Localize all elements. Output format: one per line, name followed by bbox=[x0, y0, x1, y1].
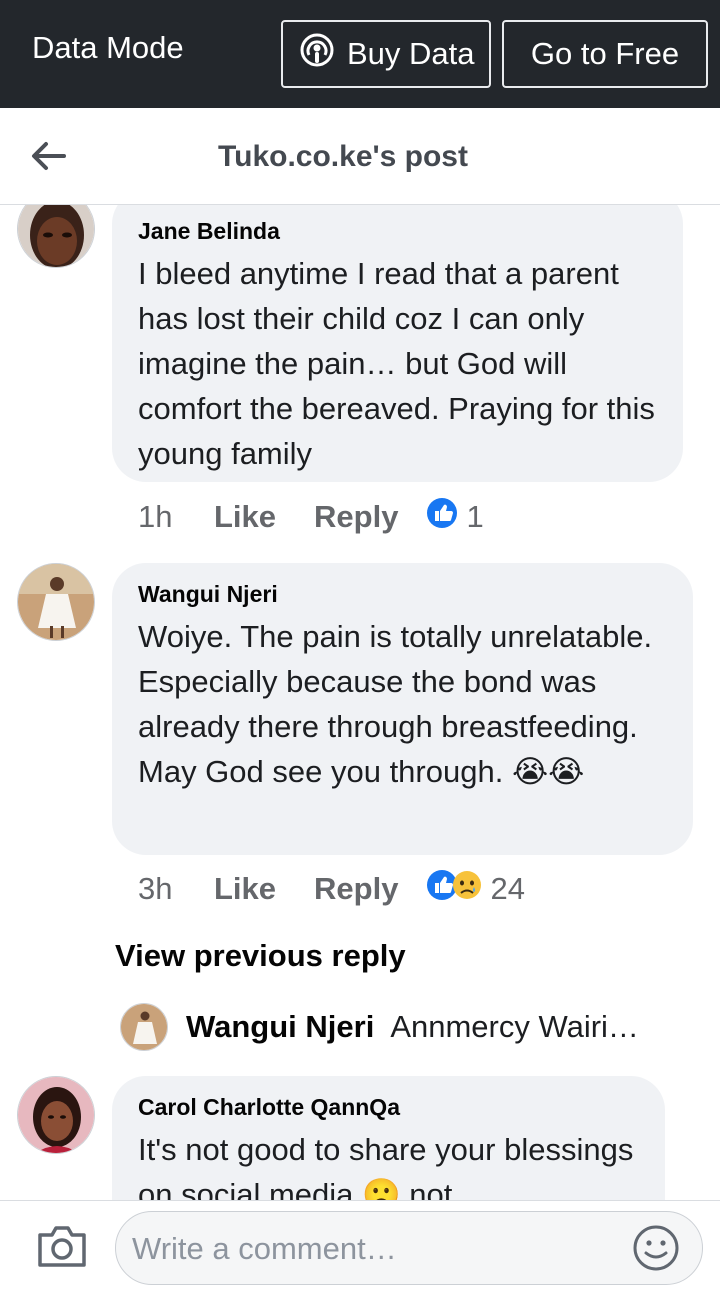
comment-time: 3h bbox=[138, 871, 173, 906]
comment-author[interactable]: Wangui Njeri bbox=[138, 581, 667, 608]
camera-icon[interactable] bbox=[36, 1223, 88, 1274]
podcast-icon bbox=[299, 32, 347, 76]
avatar[interactable] bbox=[120, 1003, 168, 1051]
comment-text: Woiye. The pain is totally unrelatable. … bbox=[138, 619, 653, 789]
avatar[interactable] bbox=[17, 563, 95, 641]
data-mode-bar: Data Mode Buy Data Go to Free bbox=[0, 0, 720, 108]
reaction-count: 24 bbox=[490, 871, 525, 906]
comment-input-box[interactable] bbox=[115, 1211, 703, 1286]
comment-bubble[interactable]: Wangui Njeri Woiye. The pain is totally … bbox=[112, 563, 693, 855]
avatar[interactable] bbox=[17, 1076, 95, 1154]
data-mode-label: Data Mode bbox=[32, 30, 184, 65]
like-icon bbox=[426, 497, 458, 537]
post-header: Tuko.co.ke's post bbox=[0, 108, 720, 205]
reaction-count: 1 bbox=[466, 499, 484, 534]
comment-input[interactable] bbox=[130, 1212, 624, 1286]
like-button[interactable]: Like bbox=[214, 499, 276, 535]
reactions-summary[interactable]: 24 bbox=[426, 869, 525, 909]
buy-data-label: Buy Data bbox=[347, 36, 475, 71]
reply-button[interactable]: Reply bbox=[314, 871, 398, 907]
comment-composer bbox=[0, 1200, 720, 1293]
go-to-free-button[interactable]: Go to Free bbox=[502, 20, 708, 88]
reply-button[interactable]: Reply bbox=[314, 499, 398, 535]
like-button[interactable]: Like bbox=[214, 871, 276, 907]
comment-bubble[interactable]: Jane Belinda I bleed anytime I read that… bbox=[112, 205, 683, 482]
comment-actions: 3h Like Reply 24 bbox=[138, 869, 525, 909]
reply-preview[interactable]: Wangui Njeri Annmercy Wairi… bbox=[120, 1003, 639, 1051]
comment-time: 1h bbox=[138, 499, 173, 534]
page-title: Tuko.co.ke's post bbox=[218, 140, 468, 173]
comment-author[interactable]: Carol Charlotte QannQa bbox=[138, 1094, 639, 1121]
comment-text: It's not good to share your blessings on… bbox=[138, 1132, 634, 1200]
reply-text: Annmercy Wairi… bbox=[390, 1009, 639, 1044]
sad-icon bbox=[452, 870, 482, 908]
buy-data-button[interactable]: Buy Data bbox=[281, 20, 491, 88]
reactions-summary[interactable]: 1 bbox=[426, 497, 484, 537]
comment-author[interactable]: Jane Belinda bbox=[138, 218, 657, 245]
comments-feed[interactable]: Jane Belinda I bleed anytime I read that… bbox=[0, 205, 720, 1200]
go-to-free-label: Go to Free bbox=[530, 36, 680, 71]
comment-text: I bleed anytime I read that a parent has… bbox=[138, 256, 655, 471]
avatar[interactable] bbox=[17, 205, 95, 268]
view-previous-reply-link[interactable]: View previous reply bbox=[115, 938, 406, 974]
emoji-icon[interactable] bbox=[632, 1224, 680, 1277]
comment-bubble[interactable]: Carol Charlotte QannQa It's not good to … bbox=[112, 1076, 665, 1200]
reply-author[interactable]: Wangui Njeri bbox=[186, 1009, 374, 1045]
comment-actions: 1h Like Reply 1 bbox=[138, 497, 484, 537]
